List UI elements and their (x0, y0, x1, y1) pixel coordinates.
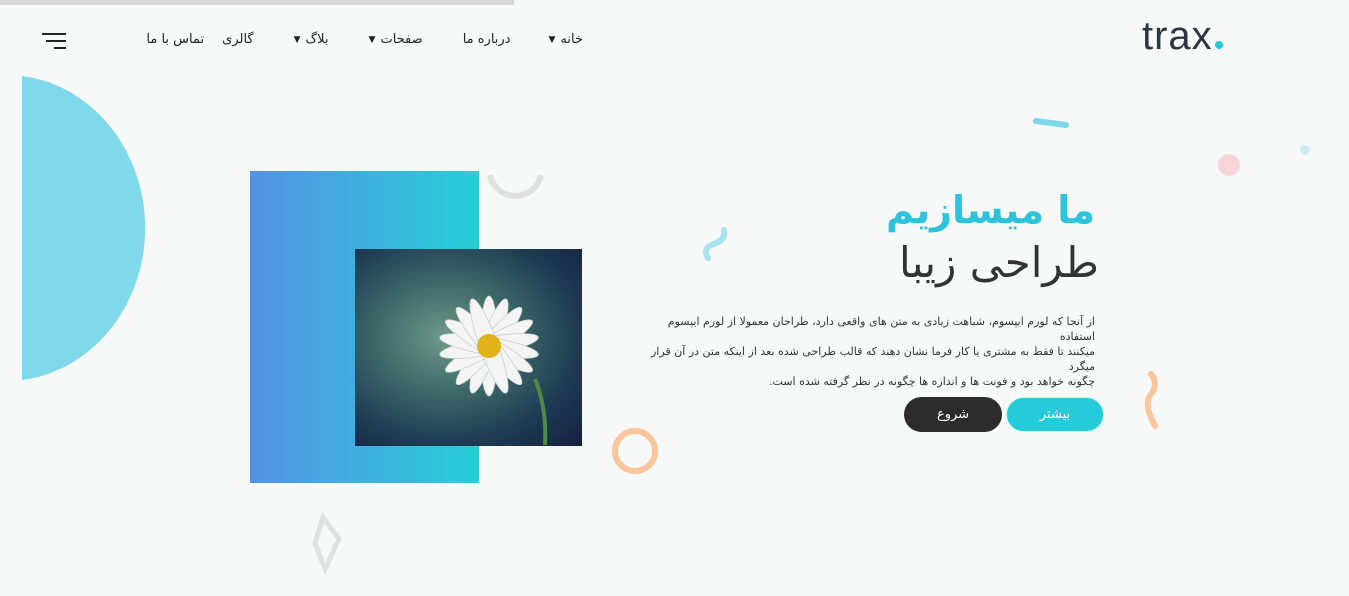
daisy-photo (355, 249, 582, 446)
decorative-shapes (22, 76, 1310, 576)
hero-description: از آنجا که لورم ایپسوم، شباهت زیادی به م… (651, 315, 1095, 388)
more-button[interactable]: بیشتر (1006, 397, 1104, 432)
decorative-half-circle (22, 76, 146, 380)
start-button[interactable]: شروع (904, 397, 1002, 432)
hero-title-accent: ما میسازیم (886, 188, 1095, 232)
hero-title: طراحی زیبا (898, 238, 1099, 287)
daisy-flower-icon (439, 295, 548, 446)
